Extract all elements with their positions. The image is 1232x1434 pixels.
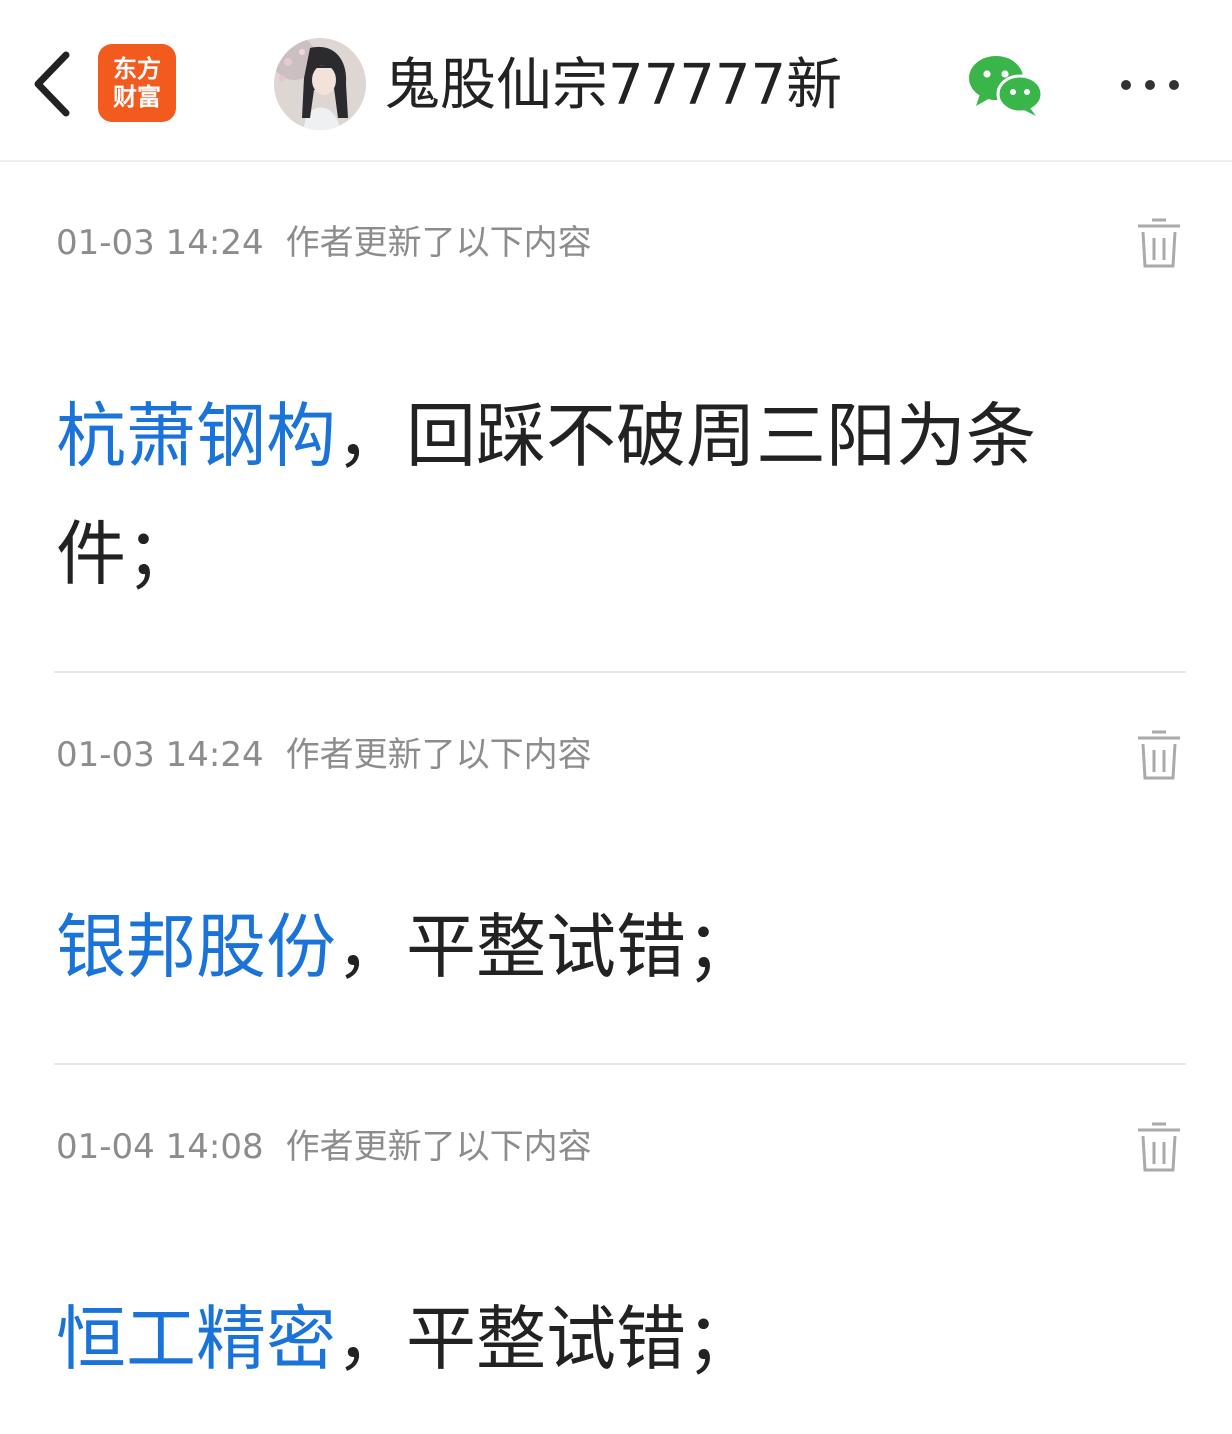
app-logo-line2: 财富 xyxy=(113,82,161,111)
divider xyxy=(54,671,1186,673)
app-logo-line1: 东方 xyxy=(113,54,161,83)
app-logo[interactable]: 东方 财富 xyxy=(98,44,176,122)
entry-time: 01-03 14:24 xyxy=(56,735,264,775)
chevron-left-icon xyxy=(34,51,70,117)
trash-icon xyxy=(1138,1122,1180,1172)
delete-button[interactable] xyxy=(1134,216,1184,270)
entry-text: ，平整试错； xyxy=(336,1298,756,1380)
more-dots-icon xyxy=(1121,80,1179,90)
stock-link[interactable]: 恒工精密 xyxy=(56,1298,336,1380)
entry-meta: 01-04 14:08 作者更新了以下内容 xyxy=(56,1122,592,1172)
entry-label: 作者更新了以下内容 xyxy=(285,223,592,263)
entry-text: ，平整试错； xyxy=(336,906,756,988)
entry-time: 01-03 14:24 xyxy=(56,223,264,263)
entry-time: 01-04 14:08 xyxy=(56,1127,264,1167)
entry-content: 杭萧钢构，回踩不破周三阳为条件； xyxy=(56,377,1156,613)
trash-icon xyxy=(1138,730,1180,780)
entry-meta: 01-03 14:24 作者更新了以下内容 xyxy=(56,218,592,268)
stock-link[interactable]: 杭萧钢构 xyxy=(56,395,336,477)
entry-content: 银邦股份，平整试错； xyxy=(56,888,1156,1006)
entry-label: 作者更新了以下内容 xyxy=(285,735,592,775)
delete-button[interactable] xyxy=(1134,1120,1184,1174)
entry-content: 恒工精密，平整试错； xyxy=(56,1280,1156,1398)
stock-link[interactable]: 银邦股份 xyxy=(56,906,336,988)
entry-label: 作者更新了以下内容 xyxy=(285,1127,592,1167)
trash-icon xyxy=(1138,218,1180,268)
wechat-icon xyxy=(969,56,1044,116)
wechat-share-button[interactable] xyxy=(966,54,1046,116)
top-bar: 东方 财富 鬼股仙宗77777新 xyxy=(0,0,1232,162)
delete-button[interactable] xyxy=(1134,728,1184,782)
author-name: 鬼股仙宗77777新 xyxy=(384,53,843,118)
entry-meta: 01-03 14:24 作者更新了以下内容 xyxy=(56,730,592,780)
more-button[interactable] xyxy=(1110,60,1190,110)
back-button[interactable] xyxy=(22,46,82,122)
avatar[interactable] xyxy=(274,38,366,130)
divider xyxy=(54,1063,1186,1065)
